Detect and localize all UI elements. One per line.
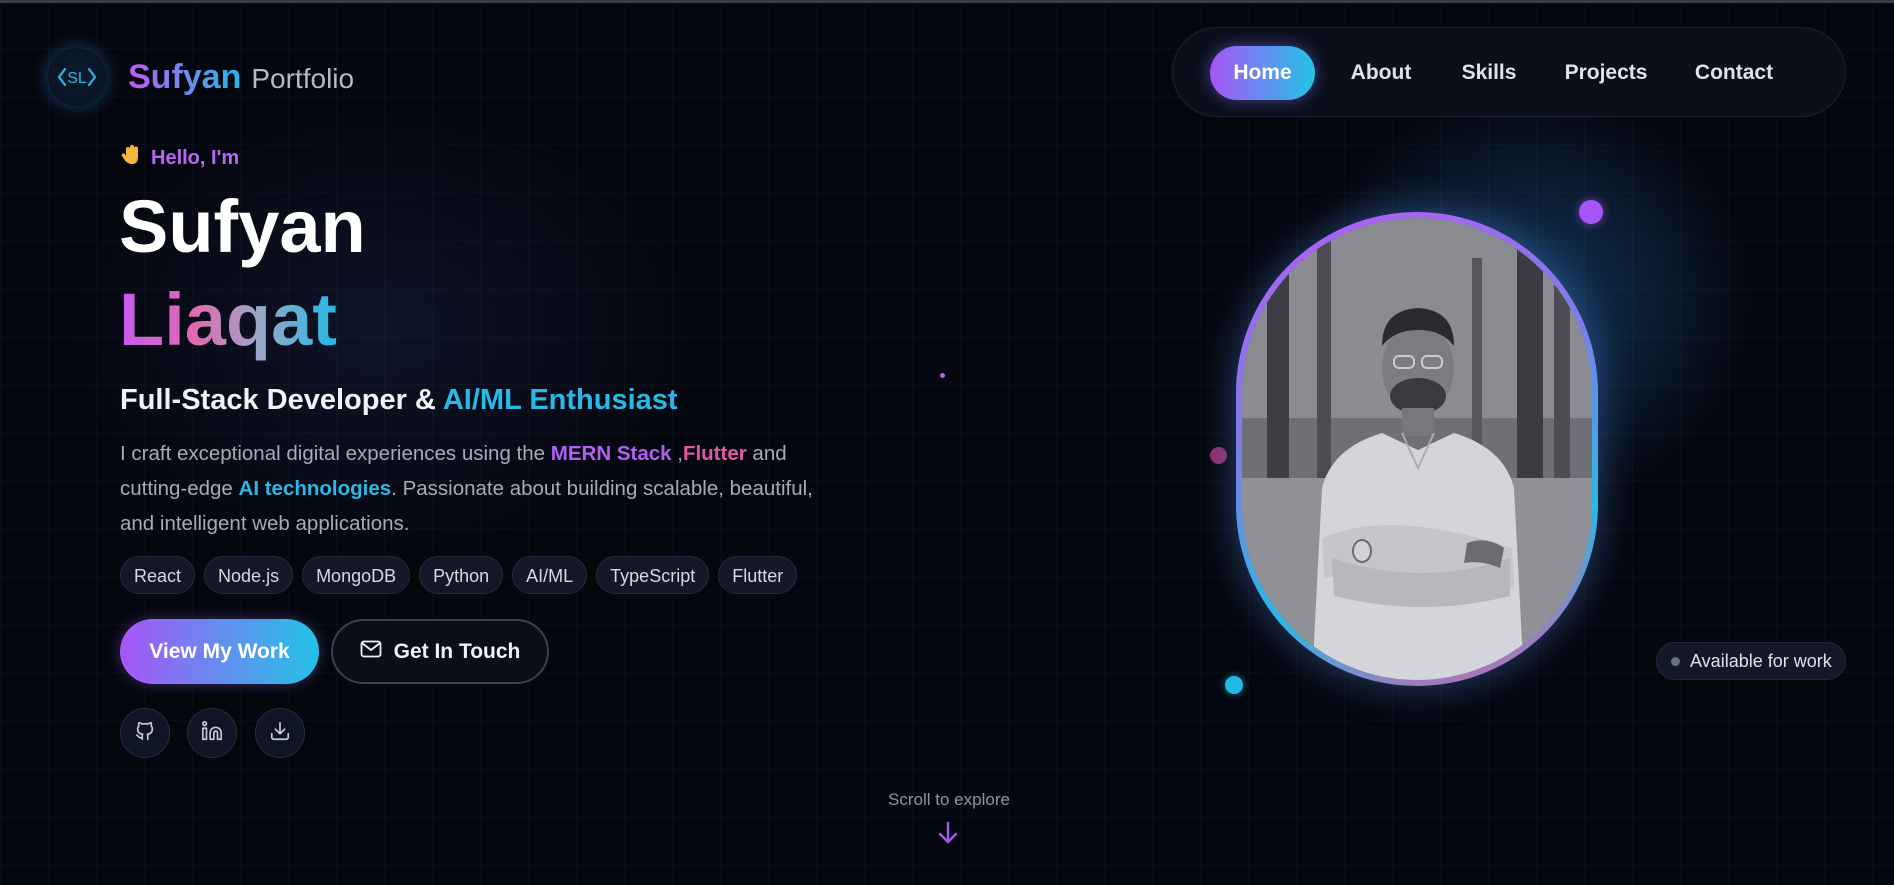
browser-top-edge	[0, 0, 1894, 3]
last-name: Liaqat	[119, 278, 337, 361]
desc-part2: ,	[671, 442, 683, 465]
first-name: Sufyan	[119, 185, 366, 268]
brand-name: Sufyan	[128, 57, 242, 96]
profile-photo	[1242, 218, 1592, 680]
download-cv-link[interactable]	[255, 708, 305, 758]
svg-text:SL: SL	[67, 70, 87, 87]
decor-dot	[940, 373, 945, 378]
main-nav: Home About Skills Projects Contact	[1172, 27, 1846, 117]
get-in-touch-label: Get In Touch	[393, 639, 521, 663]
view-my-work-button[interactable]: View My Work	[120, 619, 319, 684]
role-highlight: AI/ML Enthusiast	[442, 384, 678, 416]
decor-dot-cyan	[1225, 676, 1243, 694]
desc-part1: I craft exceptional digital experiences …	[120, 442, 551, 465]
nav-item-skills[interactable]: Skills	[1445, 46, 1533, 100]
decor-dot-pink	[1210, 447, 1227, 464]
mail-icon	[360, 640, 382, 664]
linkedin-link[interactable]	[187, 708, 237, 758]
skill-tags: React Node.js MongoDB Python AI/ML TypeS…	[120, 556, 798, 594]
logo-badge-icon: SL	[48, 48, 106, 106]
brand-logo[interactable]: SL Sufyan Portfolio	[48, 48, 354, 106]
nav-item-about[interactable]: About	[1333, 46, 1429, 100]
tag-python: Python	[419, 556, 504, 594]
arrow-down-icon[interactable]	[936, 820, 960, 851]
desc-ai: AI technologies	[238, 477, 392, 500]
get-in-touch-button[interactable]: Get In Touch	[331, 619, 549, 684]
nav-item-home[interactable]: Home	[1210, 46, 1315, 100]
tag-nodejs: Node.js	[204, 556, 294, 594]
greeting-text: Hello, I'm	[151, 146, 240, 169]
desc-flutter: Flutter	[682, 442, 747, 465]
tag-aiml: AI/ML	[512, 556, 588, 594]
status-dot	[1671, 656, 1680, 666]
scroll-hint: Scroll to explore	[888, 790, 1010, 809]
github-icon	[134, 720, 156, 747]
tag-flutter: Flutter	[718, 556, 798, 594]
nav-item-contact[interactable]: Contact	[1679, 46, 1789, 100]
role-prefix: Full-Stack Developer &	[120, 384, 443, 416]
tag-react: React	[120, 556, 196, 594]
greeting: Hello, I'm	[121, 144, 239, 172]
availability-text: Available for work	[1690, 650, 1832, 671]
waving-hand-icon	[121, 144, 141, 172]
role-title: Full-Stack Developer & AI/ML Enthusiast	[120, 384, 678, 417]
tag-typescript: TypeScript	[596, 556, 710, 594]
profile-photo-frame	[1236, 212, 1598, 686]
nav-item-projects[interactable]: Projects	[1549, 46, 1663, 100]
brand-suffix: Portfolio	[251, 62, 355, 94]
download-icon	[269, 720, 291, 747]
linkedin-icon	[201, 720, 223, 747]
tag-mongodb: MongoDB	[302, 556, 411, 594]
availability-badge: Available for work	[1656, 642, 1846, 680]
desc-mern: MERN Stack	[550, 442, 672, 465]
hero-description: I craft exceptional digital experiences …	[120, 436, 840, 541]
github-link[interactable]	[120, 708, 170, 758]
brand-text: Sufyan Portfolio	[128, 58, 354, 97]
